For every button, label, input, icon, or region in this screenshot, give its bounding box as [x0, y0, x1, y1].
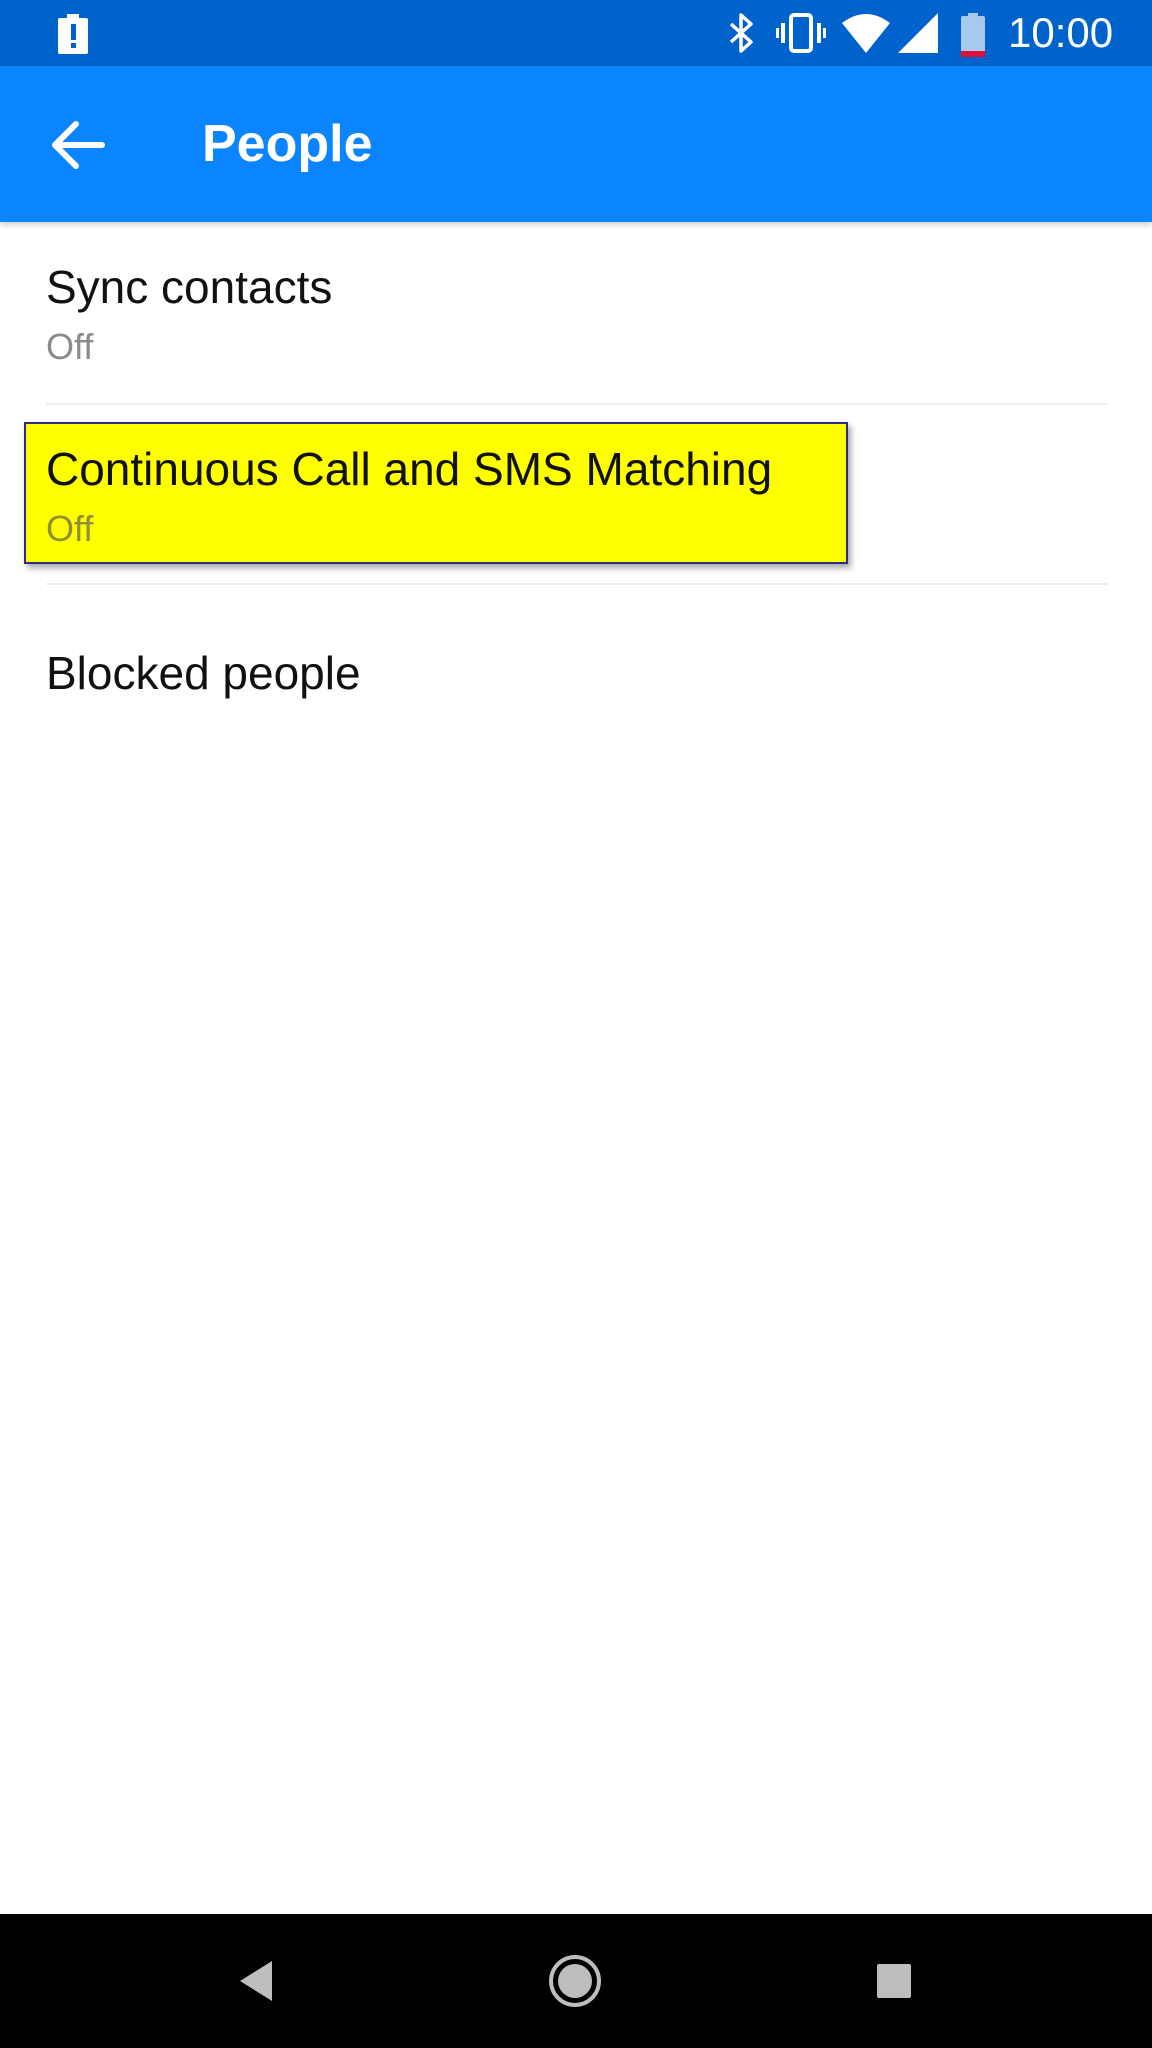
setting-summary: Off — [46, 326, 94, 367]
setting-title: Continuous Call and SMS Matching — [46, 443, 773, 495]
battery-low-icon — [961, 13, 985, 57]
navigation-bar — [0, 1914, 1152, 2048]
app-bar: People — [0, 66, 1152, 222]
setting-title: Blocked people — [46, 647, 361, 699]
page-title: People — [202, 115, 373, 173]
vibrate-icon — [776, 13, 826, 53]
home-circle-icon[interactable] — [548, 1954, 602, 2008]
setting-title: Sync contacts — [46, 261, 333, 313]
back-triangle-icon[interactable] — [238, 1959, 274, 2003]
status-bar: 10:00 — [0, 0, 1152, 66]
alert-battery-icon — [58, 14, 88, 54]
back-arrow-icon[interactable] — [50, 120, 106, 170]
wifi-icon — [842, 14, 890, 53]
recents-square-icon[interactable] — [876, 1963, 912, 1999]
setting-continuous-call-sms-matching[interactable]: Continuous Call and SMS Matching Off — [0, 404, 1152, 584]
setting-blocked-people[interactable]: Blocked people — [0, 584, 1152, 774]
setting-sync-contacts[interactable]: Sync contacts Off — [0, 240, 1152, 404]
setting-summary: Off — [46, 508, 94, 549]
bluetooth-icon — [729, 13, 753, 53]
cellular-signal-icon — [898, 13, 938, 53]
clock: 10:00 — [1008, 9, 1114, 56]
